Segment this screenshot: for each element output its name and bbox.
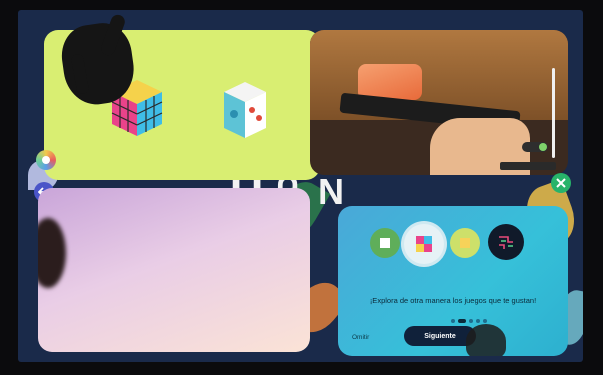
close-icon <box>556 178 566 188</box>
video-card[interactable] <box>310 30 568 175</box>
page-dot-active <box>458 319 466 323</box>
caption-overlay <box>500 162 556 170</box>
cube-icon <box>460 238 470 248</box>
content-card[interactable] <box>38 188 310 352</box>
onboarding-card: ¡Explora de otra manera los juegos que t… <box>338 206 568 356</box>
skip-button[interactable]: Omitir <box>352 334 369 341</box>
page-dot <box>476 319 480 323</box>
page-dot <box>483 319 487 323</box>
app-logo-button[interactable] <box>36 150 56 170</box>
rubiks-cube-icon <box>416 236 432 252</box>
app-tile-4[interactable] <box>488 224 524 260</box>
app-tile-3[interactable] <box>450 228 480 258</box>
page-dot <box>451 319 455 323</box>
page-dot <box>469 319 473 323</box>
hand-silhouette <box>38 218 66 288</box>
page-indicator <box>451 319 487 323</box>
dice-cube-icon <box>380 238 390 248</box>
app-logo-icon <box>42 156 50 164</box>
circuit-icon <box>499 236 513 249</box>
onboarding-prompt: ¡Explora de otra manera los juegos que t… <box>369 296 537 305</box>
tablet-screen: U U N <box>18 10 583 362</box>
app-tile-2[interactable] <box>404 224 444 264</box>
app-tile-1[interactable] <box>370 228 400 258</box>
hand-silhouette <box>466 324 506 356</box>
volume-slider[interactable] <box>552 68 555 158</box>
video-toggle[interactable] <box>522 142 548 152</box>
close-button[interactable] <box>551 173 571 193</box>
dice-cube-icon <box>224 82 266 138</box>
wallpaper-lettering: N <box>318 171 344 212</box>
